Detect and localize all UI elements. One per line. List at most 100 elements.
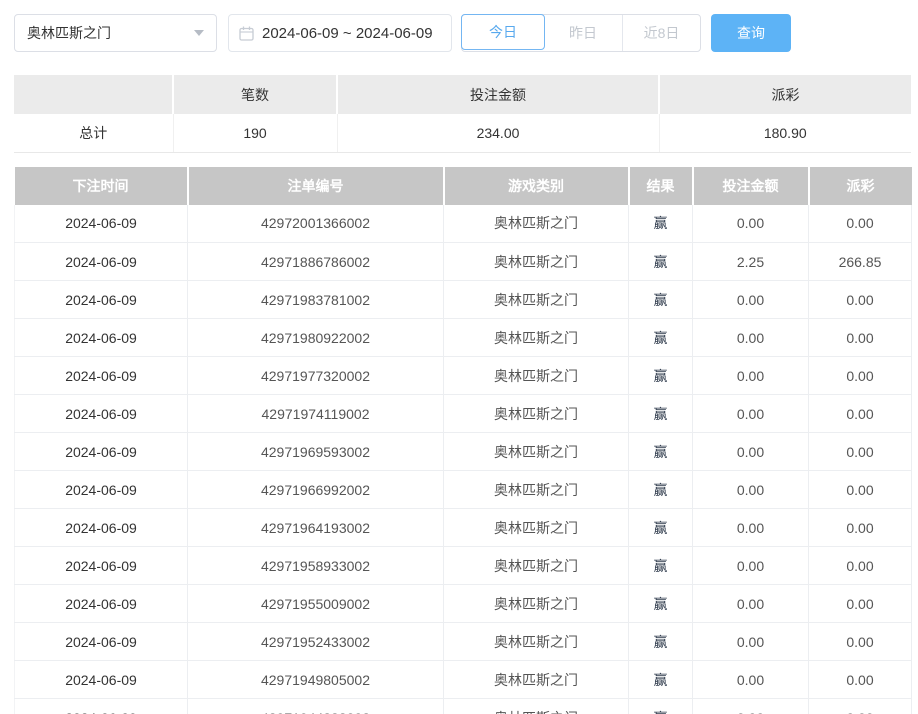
records-header-row: 下注时间 注单编号 游戏类别 结果 投注金额 派彩 [14,166,912,205]
summary-header-row: 笔数 投注金额 派彩 [14,75,911,114]
table-row: 2024-06-09 42971886786002 奥林匹斯之门赢 2.25 266.8… [14,242,912,281]
cell-game-type: 奥林匹斯之门 [443,660,629,699]
header-bet-time: 下注时间 [14,166,189,205]
date-range-value: 2024-06-09 ~ 2024-06-09 [262,24,433,42]
table-row: 2024-06-09 42971977320002 奥林匹斯之门赢 0.00 0.00 [14,356,912,395]
cell-bet-time: 2024-06-09 [14,470,188,509]
cell-bet-amount: 0.00 [692,584,809,623]
cell-payout: 0.00 [808,204,912,243]
cell-result: 赢 [628,470,693,509]
cell-game-type: 奥林匹斯之门 [443,622,629,661]
game-select-value: 奥林匹斯之门 [27,25,111,41]
summary-total-label: 总计 [14,114,174,153]
cell-bet-amount: 0.00 [692,698,809,714]
cell-game-type: 奥林匹斯之门 [443,318,629,357]
table-row: 2024-06-09 42971958933002 奥林匹斯之门赢 0.00 0.00 [14,546,912,585]
cell-bet-amount: 0.00 [692,204,809,243]
cell-bet-time: 2024-06-09 [14,242,188,281]
cell-bet-time: 2024-06-09 [14,508,188,547]
calendar-icon [239,26,254,41]
cell-game-type: 奥林匹斯之门 [443,242,629,281]
cell-game-type: 奥林匹斯之门 [443,546,629,585]
header-bet-amount: 投注金额 [692,166,810,205]
table-row: 2024-06-09 42971983781002 奥林匹斯之门赢 0.00 0.00 [14,280,912,319]
summary-total-bet-amount: 234.00 [337,114,660,153]
cell-bet-time: 2024-06-09 [14,660,188,699]
summary-total-payout: 180.90 [659,114,911,153]
cell-result: 赢 [628,356,693,395]
cell-payout: 0.00 [808,394,912,433]
cell-order-id: 42971886786002 [187,242,444,281]
cell-bet-amount: 0.00 [692,622,809,661]
table-row: 2024-06-09 42971980922002 奥林匹斯之门赢 0.00 0.00 [14,318,912,357]
cell-payout: 0.00 [808,698,912,714]
table-row: 2024-06-09 42972001366002 奥林匹斯之门赢 0.00 0.00 [14,204,912,243]
cell-payout: 0.00 [808,432,912,471]
cell-bet-amount: 0.00 [692,432,809,471]
cell-game-type: 奥林匹斯之门 [443,204,629,243]
cell-result: 赢 [628,204,693,243]
cell-order-id: 42971983781002 [187,280,444,319]
summary-header-bet-amount: 投注金额 [337,75,660,114]
summary-header-payout: 派彩 [659,75,911,114]
cell-payout: 0.00 [808,660,912,699]
betting-records-page: 奥林匹斯之门 2024-06-09 ~ 2024-06-09 今日 昨日 近8日… [0,0,918,714]
cell-payout: 0.00 [808,622,912,661]
cell-bet-time: 2024-06-09 [14,698,188,714]
cell-bet-amount: 0.00 [692,508,809,547]
records-table: 下注时间 注单编号 游戏类别 结果 投注金额 派彩 2024-06-09 4297… [14,166,912,714]
cell-bet-amount: 0.00 [692,280,809,319]
cell-bet-time: 2024-06-09 [14,280,188,319]
date-range-picker[interactable]: 2024-06-09 ~ 2024-06-09 [228,14,452,52]
cell-bet-amount: 0.00 [692,356,809,395]
cell-bet-amount: 0.00 [692,394,809,433]
table-row: 2024-06-09 42971969593002 奥林匹斯之门赢 0.00 0.00 [14,432,912,471]
cell-payout: 0.00 [808,584,912,623]
cell-bet-amount: 0.00 [692,470,809,509]
cell-game-type: 奥林匹斯之门 [443,470,629,509]
quick-range-last8days[interactable]: 近8日 [622,15,700,51]
cell-result: 赢 [628,546,693,585]
cell-order-id: 42971966992002 [187,470,444,509]
cell-order-id: 42971944388002 [187,698,444,714]
cell-bet-amount: 2.25 [692,242,809,281]
cell-result: 赢 [628,584,693,623]
cell-game-type: 奥林匹斯之门 [443,394,629,433]
cell-result: 赢 [628,432,693,471]
cell-payout: 0.00 [808,356,912,395]
cell-result: 赢 [628,622,693,661]
query-button[interactable]: 查询 [711,14,791,52]
cell-result: 赢 [628,660,693,699]
cell-bet-time: 2024-06-09 [14,318,188,357]
quick-range-yesterday[interactable]: 昨日 [544,15,622,51]
table-row: 2024-06-0942971944388002奥林匹斯之门赢0.000.00 [14,698,912,714]
table-row: 2024-06-09 42971966992002 奥林匹斯之门赢 0.00 0.00 [14,470,912,509]
table-row: 2024-06-09 42971949805002 奥林匹斯之门赢 0.00 0.00 [14,660,912,699]
game-select[interactable]: 奥林匹斯之门 [14,14,217,52]
summary-table: 笔数 投注金额 派彩 总计 190 234.00 180.90 [14,75,911,153]
cell-bet-amount: 0.00 [692,318,809,357]
header-result: 结果 [628,166,694,205]
records-tbody: 2024-06-09 42972001366002 奥林匹斯之门赢 0.00 0.00 2… [14,204,912,714]
cell-order-id: 42971952433002 [187,622,444,661]
header-payout: 派彩 [808,166,912,205]
cell-order-id: 42971969593002 [187,432,444,471]
summary-total-count: 190 [173,114,338,153]
cell-result: 赢 [628,280,693,319]
cell-payout: 0.00 [808,280,912,319]
quick-range-today[interactable]: 今日 [461,14,545,50]
chevron-down-icon [194,30,204,36]
summary-header-count: 笔数 [173,75,338,114]
cell-payout: 0.00 [808,508,912,547]
cell-bet-time: 2024-06-09 [14,584,188,623]
cell-result: 赢 [628,394,693,433]
cell-order-id: 42971964193002 [187,508,444,547]
cell-order-id: 42971949805002 [187,660,444,699]
summary-header-blank [14,75,174,114]
table-row: 2024-06-09 42971964193002 奥林匹斯之门赢 0.00 0.00 [14,508,912,547]
cell-bet-time: 2024-06-09 [14,622,188,661]
cell-bet-time: 2024-06-09 [14,432,188,471]
cell-order-id: 42971955009002 [187,584,444,623]
cell-payout: 0.00 [808,318,912,357]
cell-game-type: 奥林匹斯之门 [443,432,629,471]
